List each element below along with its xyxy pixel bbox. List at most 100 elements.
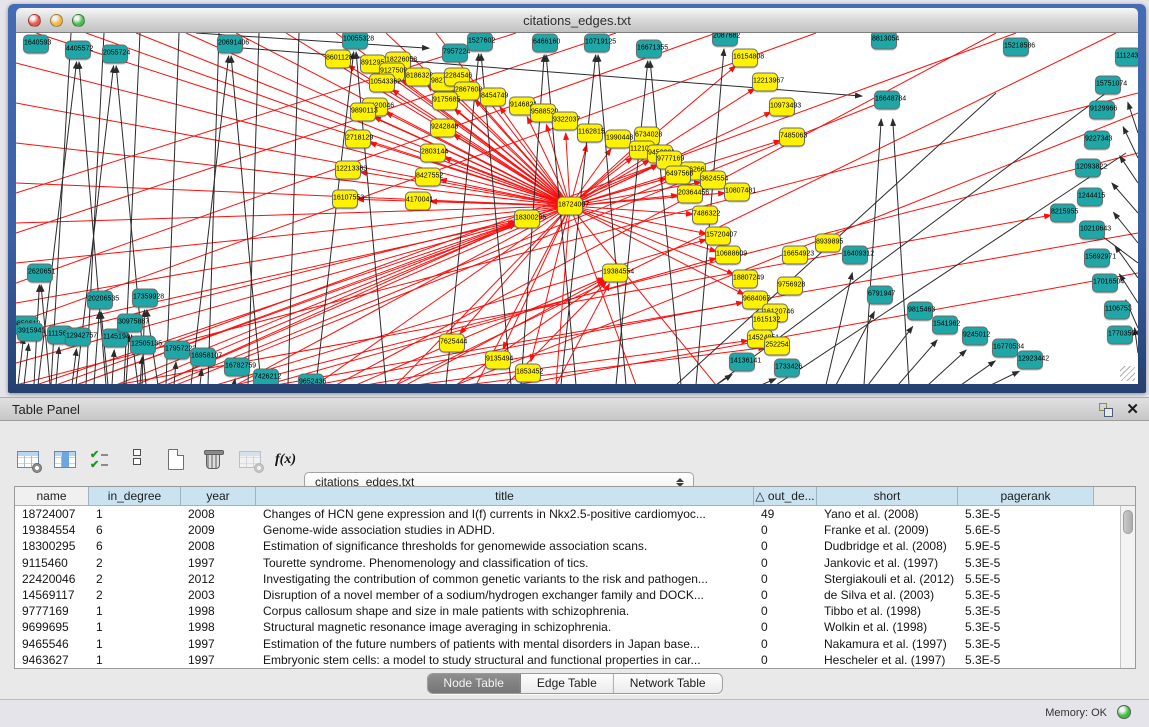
table-row[interactable]: 969969511998Structural magnetic resonanc… bbox=[15, 619, 1135, 635]
table-cell[interactable]: 1998 bbox=[181, 603, 256, 619]
graph-node[interactable]: 2803144 bbox=[420, 144, 446, 163]
graph-node[interactable]: 1541962 bbox=[932, 316, 958, 335]
graph-node[interactable]: 10973493 bbox=[769, 98, 795, 117]
table-cell[interactable]: 0 bbox=[754, 636, 817, 652]
graph-node[interactable]: 17016504 bbox=[1092, 274, 1118, 293]
graph-node[interactable]: 20364456 bbox=[677, 185, 703, 204]
table-cell[interactable]: 18724007 bbox=[15, 506, 89, 522]
table-row[interactable]: 1872400712008Changes of HCN gene express… bbox=[15, 506, 1135, 522]
graph-node[interactable]: 17703504 bbox=[1107, 326, 1133, 345]
table-row[interactable]: 911546021997Tourette syndrome. Phenomeno… bbox=[15, 555, 1135, 571]
table-cell[interactable]: 5.3E-5 bbox=[958, 555, 1094, 571]
graph-node[interactable]: 16107553 bbox=[332, 190, 358, 209]
table-cell[interactable]: 18300295 bbox=[15, 538, 89, 554]
graph-node[interactable]: 12213383 bbox=[335, 161, 361, 180]
table-cell[interactable]: 1 bbox=[89, 652, 181, 668]
table-cell[interactable]: Genome-wide association studies in ADHD. bbox=[256, 522, 754, 538]
graph-node[interactable]: 1527602 bbox=[467, 33, 493, 52]
table-cell[interactable]: 9463627 bbox=[15, 652, 89, 668]
graph-node[interactable]: 17957222 bbox=[164, 341, 190, 360]
table-cell[interactable]: Tibbo et al. (1998) bbox=[817, 603, 958, 619]
table-cell[interactable]: 2009 bbox=[181, 522, 256, 538]
table-cell[interactable]: 2008 bbox=[181, 538, 256, 554]
graph-node[interactable]: 12213967 bbox=[752, 73, 778, 92]
table-cell[interactable]: Disruption of a novel member of a sodium… bbox=[256, 587, 754, 603]
table-cell[interactable]: 9115460 bbox=[15, 555, 89, 571]
graph-node[interactable]: 14136141 bbox=[729, 353, 755, 372]
graph-node[interactable]: 12942757 bbox=[65, 328, 91, 347]
table-cell[interactable]: 5.3E-5 bbox=[958, 587, 1094, 603]
table-cell[interactable]: 2003 bbox=[181, 587, 256, 603]
table-cell[interactable]: 0 bbox=[754, 571, 817, 587]
table-cell[interactable]: Stergiakouli et al. (2012) bbox=[817, 571, 958, 587]
table-cell[interactable]: 5.3E-5 bbox=[958, 619, 1094, 635]
table-cell[interactable]: Investigating the contribution of common… bbox=[256, 571, 754, 587]
graph-node[interactable]: 8427552 bbox=[415, 168, 441, 187]
create-table-icon[interactable] bbox=[164, 448, 190, 472]
graph-node[interactable]: 15218586 bbox=[1003, 38, 1029, 57]
table-cell[interactable]: 5.3E-5 bbox=[958, 603, 1094, 619]
graph-node[interactable]: 16409312 bbox=[842, 246, 868, 265]
row-height-icon[interactable] bbox=[127, 448, 153, 472]
graph-node[interactable]: 10210643 bbox=[1079, 221, 1105, 240]
graph-node[interactable]: 16154808 bbox=[732, 49, 758, 68]
graph-node[interactable]: 7625444 bbox=[439, 334, 465, 353]
table-cell[interactable]: Embryonic stem cells: a model to study s… bbox=[256, 652, 754, 668]
table-cell[interactable]: Estimation of the future numbers of pati… bbox=[256, 636, 754, 652]
graph-node[interactable]: 1990448 bbox=[605, 130, 631, 149]
table-cell[interactable]: 2012 bbox=[181, 571, 256, 587]
minimize-window-button[interactable] bbox=[50, 14, 63, 27]
column-header-6[interactable]: pagerank bbox=[958, 487, 1094, 506]
window-titlebar[interactable]: citations_edges.txt bbox=[16, 8, 1138, 33]
table-cell[interactable]: Changes of HCN gene expression and I(f) … bbox=[256, 506, 754, 522]
graph-node[interactable]: 1244415 bbox=[1077, 188, 1103, 207]
graph-node[interactable]: 3915941 bbox=[17, 323, 43, 342]
float-panel-icon[interactable] bbox=[1099, 403, 1113, 417]
table-cell[interactable]: 5.5E-5 bbox=[958, 571, 1094, 587]
graph-node[interactable]: 2087682 bbox=[712, 33, 738, 47]
table-cell[interactable]: Nakamura et al. (1997) bbox=[817, 636, 958, 652]
zoom-window-button[interactable] bbox=[72, 14, 85, 27]
table-cell[interactable]: 49 bbox=[754, 506, 817, 522]
graph-node[interactable]: 16648784 bbox=[874, 91, 900, 110]
graph-node[interactable]: 1112437 bbox=[1115, 48, 1138, 67]
table-cell[interactable]: 2 bbox=[89, 555, 181, 571]
graph-node[interactable]: 12093822 bbox=[1075, 159, 1101, 178]
column-header-5[interactable]: short bbox=[817, 487, 958, 506]
table-cell[interactable]: 5.6E-5 bbox=[958, 522, 1094, 538]
graph-node[interactable]: 6466160 bbox=[532, 34, 558, 53]
column-header-3[interactable]: title bbox=[256, 487, 754, 506]
graph-node[interactable]: 1162815 bbox=[577, 124, 603, 143]
graph-node[interactable]: 1106753 bbox=[1104, 301, 1130, 320]
graph-node[interactable]: 10543362 bbox=[369, 74, 395, 93]
table-cell[interactable]: 19384554 bbox=[15, 522, 89, 538]
table-cell[interactable]: 1 bbox=[89, 619, 181, 635]
graph-node[interactable]: 16671355 bbox=[636, 40, 662, 59]
graph-node[interactable]: 12505135 bbox=[130, 336, 156, 355]
scrollbar-thumb[interactable] bbox=[1123, 510, 1133, 534]
table-cell[interactable]: 1 bbox=[89, 506, 181, 522]
graph-node[interactable]: 9815463 bbox=[907, 302, 933, 321]
table-cell[interactable]: 0 bbox=[754, 538, 817, 554]
graph-node[interactable]: 15751074 bbox=[1095, 76, 1121, 95]
graph-node[interactable]: 9135494 bbox=[485, 351, 511, 370]
table-cell[interactable]: Wolkin et al. (1998) bbox=[817, 619, 958, 635]
table-cell[interactable]: 1997 bbox=[181, 636, 256, 652]
function-builder-icon[interactable]: f(x) bbox=[275, 448, 301, 472]
graph-node[interactable]: 18300295 bbox=[514, 210, 540, 229]
table-cell[interactable]: 5.9E-5 bbox=[958, 538, 1094, 554]
graph-node[interactable]: 12923442 bbox=[1017, 351, 1043, 370]
table-cell[interactable]: Dudbridge et al. (2008) bbox=[817, 538, 958, 554]
resize-grip-icon[interactable] bbox=[1120, 366, 1135, 381]
table-cell[interactable]: 0 bbox=[754, 522, 817, 538]
table-cell[interactable]: Tourette syndrome. Phenomenology and cla… bbox=[256, 555, 754, 571]
graph-node[interactable]: 9175685 bbox=[432, 92, 458, 111]
graph-node[interactable]: 8215955 bbox=[1050, 204, 1076, 223]
graph-node[interactable]: 9242848 bbox=[430, 119, 456, 138]
graph-node[interactable]: 252254 bbox=[764, 337, 790, 356]
table-cell[interactable]: 1998 bbox=[181, 619, 256, 635]
table-cell[interactable]: Yano et al. (2008) bbox=[817, 506, 958, 522]
table-cell[interactable]: 1 bbox=[89, 636, 181, 652]
table-cell[interactable]: Estimation of significance thresholds fo… bbox=[256, 538, 754, 554]
graph-node[interactable]: 16782759 bbox=[224, 358, 250, 377]
